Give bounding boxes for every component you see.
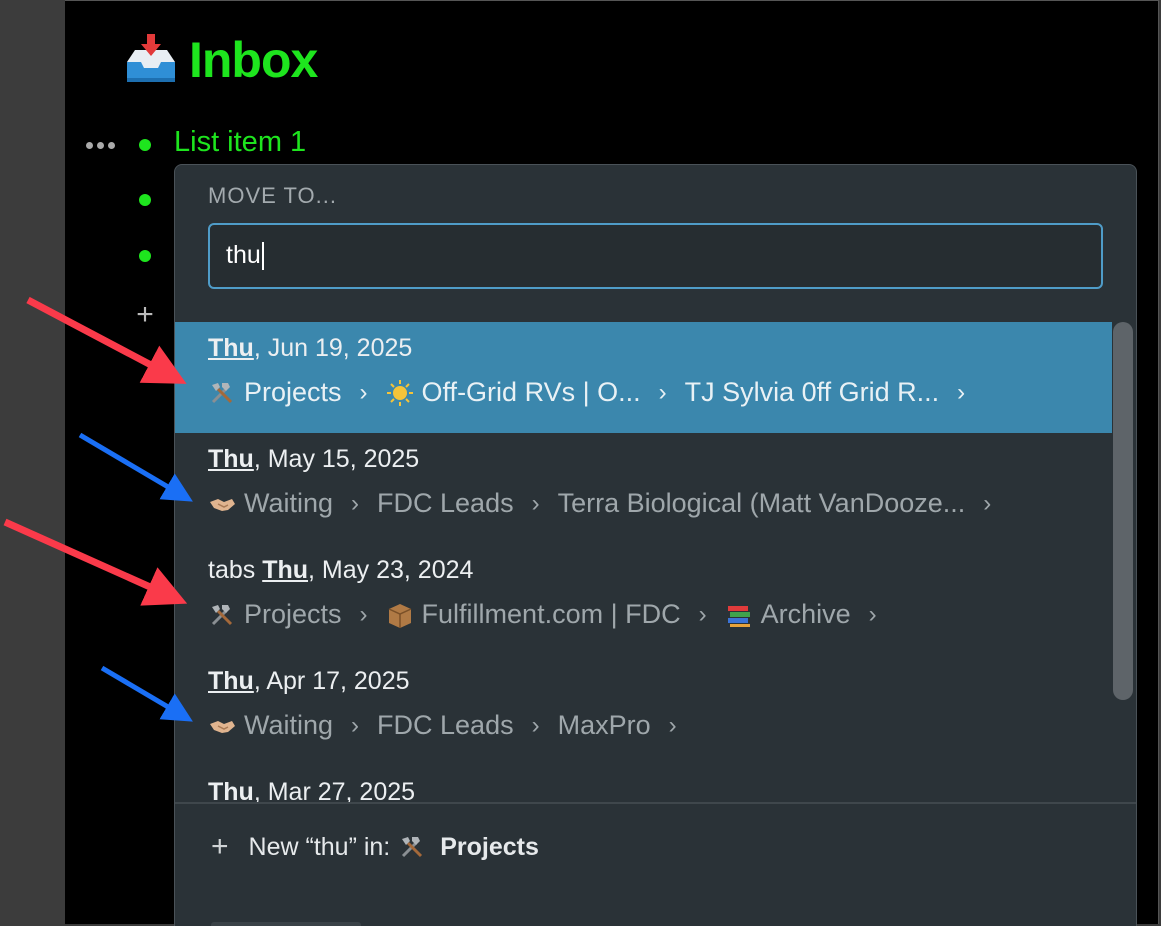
list-bullet[interactable] [139,139,151,151]
new-item-option[interactable]: + New “thu” in: Projects [211,830,539,864]
red-arrow [3,518,188,606]
result-item[interactable]: Thu, Mar 27, 2025 [175,766,1112,802]
popup-header: MOVE TO... [208,183,337,208]
list-item-label[interactable]: List item 1 [174,126,306,159]
more-options-icon[interactable] [86,137,120,153]
result-title-rest: , Mar 27, 2025 [253,778,416,802]
annotation-arrows [3,296,193,722]
page-title-text: Inbox [189,32,318,88]
popup-footer: + New “thu” in: Projects [175,802,1136,926]
next-option-partial [211,922,361,926]
tools-icon [398,833,426,861]
list-bullet[interactable] [139,250,151,262]
new-item-target: Projects [440,832,539,861]
list-bullet[interactable] [139,194,151,206]
text-caret [261,242,264,271]
blue-arrow [78,432,193,502]
inbox-tray-icon [123,32,179,88]
blue-arrow [100,665,193,722]
page-title: Inbox [123,28,318,92]
plus-icon: + [211,830,229,863]
search-input-value: thu [226,241,261,269]
red-arrow [26,296,187,384]
new-item-label: New “thu” in: [248,832,391,861]
result-title-match: Thu [208,778,254,802]
result-title: Thu, Mar 27, 2025 [208,778,415,802]
